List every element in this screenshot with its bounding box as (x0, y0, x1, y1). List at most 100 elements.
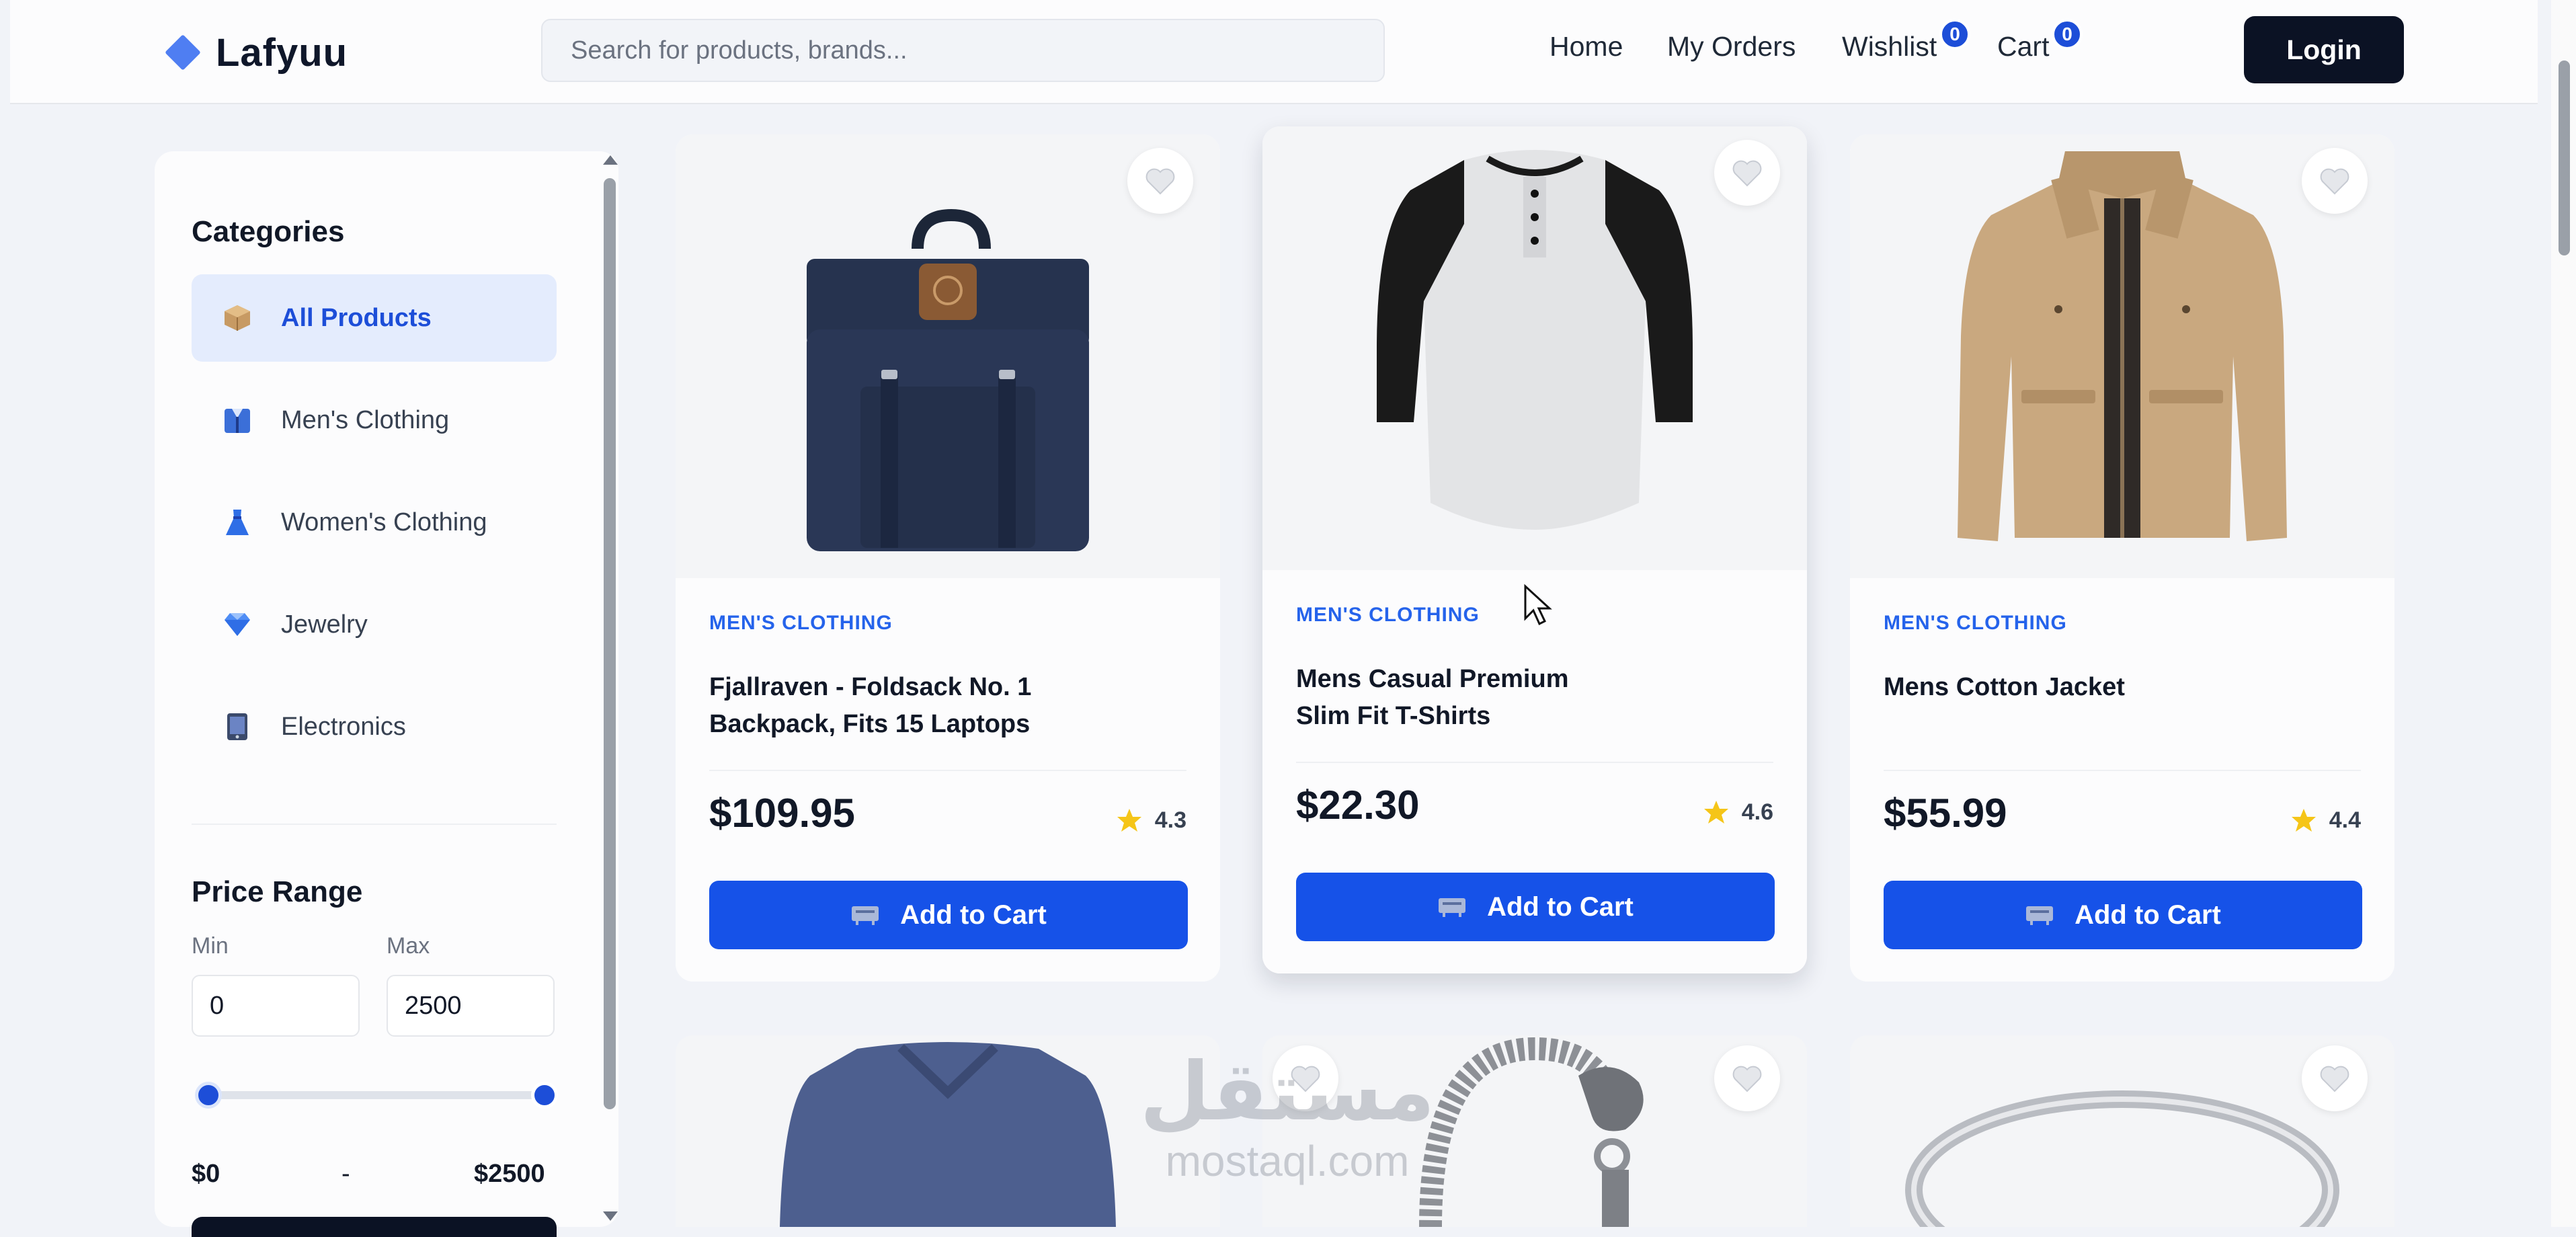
min-price-slider-handle[interactable] (195, 1082, 222, 1109)
product-rating: 4.4 (2290, 807, 2361, 834)
product-divider (1884, 770, 2361, 771)
category-label: Electronics (281, 712, 406, 741)
product-card[interactable] (676, 1035, 1220, 1227)
login-button[interactable]: Login (2244, 16, 2404, 83)
product-divider (1296, 762, 1773, 763)
sidebar-scrollbar-thumb[interactable] (604, 178, 616, 1109)
sidebar-scroll-down-arrow[interactable] (603, 1211, 618, 1221)
product-category: MEN'S CLOTHING (1296, 604, 1480, 626)
product-title[interactable]: Fjallraven - Foldsack No. 1 Backpack, Fi… (709, 669, 1113, 743)
category-jewelry[interactable]: Jewelry (192, 581, 557, 668)
rating-value: 4.6 (1741, 799, 1773, 825)
category-womens-clothing[interactable]: Women's Clothing (192, 479, 557, 566)
rating-value: 4.4 (2329, 807, 2361, 833)
sidebar-divider (192, 824, 557, 825)
add-to-cart-button[interactable]: Add to Cart (1296, 873, 1775, 941)
wishlist-label: Wishlist (1842, 31, 1937, 62)
sweater-image (780, 1042, 1116, 1227)
product-category: MEN'S CLOTHING (1884, 612, 2067, 634)
min-price-input[interactable] (192, 975, 360, 1037)
category-all-products[interactable]: All Products (192, 274, 557, 362)
add-to-cart-label: Add to Cart (900, 900, 1047, 930)
min-label: Min (192, 933, 229, 959)
price-range-track[interactable] (208, 1091, 545, 1099)
rating-value: 4.3 (1154, 807, 1186, 833)
wishlist-heart-button[interactable] (1714, 140, 1780, 206)
product-card[interactable]: MEN'S CLOTHING Fjallraven - Foldsack No.… (676, 134, 1220, 982)
product-card[interactable]: MEN'S CLOTHING Mens Cotton Jacket $55.99… (1850, 134, 2394, 982)
product-card[interactable] (1850, 1035, 2394, 1227)
product-card[interactable] (1262, 1035, 1807, 1227)
nav-wishlist-link[interactable]: Wishlist (1842, 31, 1937, 63)
category-mens-clothing[interactable]: Men's Clothing (192, 376, 557, 464)
category-label: Men's Clothing (281, 405, 450, 434)
max-label: Max (387, 933, 430, 959)
price-range-title: Price Range (192, 875, 363, 908)
page-scrollbar-thumb[interactable] (2559, 61, 2570, 255)
cart-icon (852, 906, 879, 925)
wishlist-heart-button[interactable] (1127, 148, 1193, 214)
sidebar-scroll-up-arrow[interactable] (603, 155, 618, 165)
heart-icon (1145, 168, 1175, 195)
heart-icon (1732, 160, 1762, 187)
nav-my-orders-link[interactable]: My Orders (1667, 31, 1796, 63)
add-to-cart-label: Add to Cart (1487, 891, 1634, 922)
product-image-area[interactable] (676, 134, 1220, 578)
product-category: MEN'S CLOTHING (709, 612, 893, 634)
star-icon (2291, 809, 2316, 832)
category-electronics[interactable]: Electronics (192, 683, 557, 770)
wishlist-heart-button[interactable] (2302, 1045, 2368, 1111)
brand-name: Lafyuu (216, 30, 348, 75)
categories-title: Categories (192, 215, 345, 248)
shirt-icon (222, 405, 253, 436)
product-title[interactable]: Mens Casual Premium Slim Fit T-Shirts (1296, 661, 1612, 735)
max-price-input[interactable] (387, 975, 555, 1037)
product-image-area[interactable] (1262, 126, 1807, 570)
device-icon (222, 711, 253, 742)
cart-label: Cart (1997, 31, 2050, 62)
min-price-display: $0 (192, 1160, 220, 1188)
diamond-logo-icon (165, 34, 201, 71)
wishlist-count-badge: 0 (1939, 19, 1970, 50)
heart-icon (1291, 1066, 1320, 1092)
product-price: $55.99 (1884, 791, 2007, 836)
product-info: MEN'S CLOTHING Mens Casual Premium Slim … (1262, 570, 1807, 973)
product-info: MEN'S CLOTHING Mens Cotton Jacket $55.99… (1850, 578, 2394, 982)
star-icon (1703, 801, 1728, 824)
wishlist-heart-button[interactable] (1273, 1045, 1338, 1111)
product-image-area[interactable] (1850, 134, 2394, 578)
diamond-icon (222, 609, 253, 640)
star-icon (1117, 809, 1141, 832)
brand-logo[interactable]: Lafyuu (158, 28, 348, 77)
product-card[interactable]: MEN'S CLOTHING Mens Casual Premium Slim … (1262, 126, 1807, 973)
product-price: $22.30 (1296, 783, 1420, 828)
product-rating: 4.6 (1703, 799, 1773, 826)
dress-icon (222, 507, 253, 538)
cart-icon (1439, 898, 1466, 917)
price-separator: - (341, 1160, 350, 1188)
category-label: Women's Clothing (281, 508, 487, 536)
max-price-slider-handle[interactable] (531, 1082, 558, 1109)
box-icon (222, 303, 253, 333)
heart-icon (2320, 1066, 2349, 1092)
product-divider (709, 770, 1186, 771)
heart-icon (1732, 1066, 1762, 1092)
nav-cart-link[interactable]: Cart (1997, 31, 2049, 63)
wishlist-heart-button[interactable] (2302, 148, 2368, 214)
wishlist-heart-button[interactable] (1714, 1045, 1780, 1111)
mouse-cursor-icon (1524, 584, 1552, 626)
product-info: MEN'S CLOTHING Fjallraven - Foldsack No.… (676, 578, 1220, 982)
product-price: $109.95 (709, 791, 855, 836)
top-navbar: Lafyuu Home My Orders Wishlist 0 Cart 0 … (10, 0, 2538, 104)
add-to-cart-label: Add to Cart (2075, 900, 2221, 930)
search-input[interactable] (541, 19, 1385, 82)
add-to-cart-button[interactable]: Add to Cart (709, 881, 1188, 949)
cart-icon (2026, 906, 2054, 925)
add-to-cart-button[interactable]: Add to Cart (1884, 881, 2362, 949)
category-label: All Products (281, 303, 432, 332)
category-label: Jewelry (281, 610, 368, 639)
product-title[interactable]: Mens Cotton Jacket (1884, 669, 2287, 706)
max-price-display: $2500 (474, 1160, 545, 1188)
apply-filter-button[interactable] (192, 1217, 557, 1237)
nav-home-link[interactable]: Home (1549, 31, 1623, 63)
